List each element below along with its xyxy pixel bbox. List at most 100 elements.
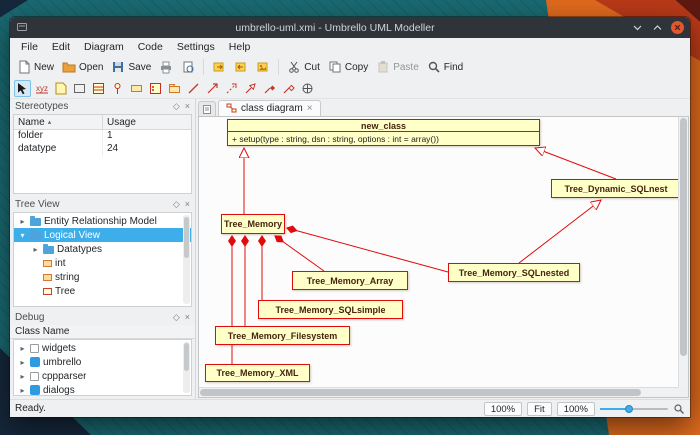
debug-panel-header[interactable]: Debug ◇ ×	[10, 310, 195, 325]
close-button[interactable]	[671, 21, 684, 34]
tree-item-datatypes[interactable]: ▸Datatypes	[14, 242, 191, 256]
find-button[interactable]: Find	[423, 58, 467, 76]
class-node-tree-memory-filesystem[interactable]: Tree_Memory_Filesystem	[215, 326, 350, 345]
debug-item-dialogs[interactable]: ▸dialogs	[14, 383, 191, 396]
class-node-tree-memory-sqlsimple[interactable]: Tree_Memory_SQLsimple	[258, 300, 403, 319]
float-panel-icon[interactable]: ◇	[173, 200, 180, 209]
open-button[interactable]: Open	[58, 58, 107, 76]
generalization-tree-dynamic-sqlnest-to-new-class[interactable]	[535, 148, 616, 179]
scrollbar-thumb[interactable]	[680, 118, 687, 356]
tab-close-icon[interactable]: ×	[307, 103, 313, 114]
menu-settings[interactable]: Settings	[170, 40, 222, 54]
tool-note-button[interactable]	[52, 80, 69, 97]
column-header-usage[interactable]: Usage	[103, 115, 191, 129]
composition-tree-memory-sqlnested-to-tree-memory[interactable]	[287, 228, 448, 272]
scrollbar-thumb[interactable]	[184, 217, 189, 258]
menu-diagram[interactable]: Diagram	[77, 40, 131, 54]
cut-button[interactable]: Cut	[283, 58, 324, 76]
save-button[interactable]: Save	[107, 58, 155, 76]
titlebar[interactable]: umbrello-uml.xmi - Umbrello UML Modeller	[10, 17, 690, 38]
maximize-button[interactable]	[651, 21, 664, 34]
fit-button[interactable]: Fit	[527, 402, 552, 416]
debug-item-cppparser[interactable]: ▸cppparser	[14, 369, 191, 383]
chevron-right-icon[interactable]: ▸	[18, 372, 27, 381]
zoom-icon[interactable]	[673, 403, 685, 415]
code-generation-button[interactable]	[230, 58, 252, 76]
tool-composition-button[interactable]	[261, 80, 278, 97]
chevron-down-icon[interactable]: ▾	[18, 231, 27, 240]
tab-class-diagram[interactable]: class diagram ×	[218, 100, 321, 116]
debug-item-umbrello[interactable]: ▸umbrello	[14, 355, 191, 369]
stereotype-row-folder[interactable]: folder1	[14, 130, 191, 143]
class-node-tree-memory-sqlnested[interactable]: Tree_Memory_SQLnested	[448, 263, 580, 282]
tree-view-panel-header[interactable]: Tree View ◇ ×	[10, 197, 195, 212]
tool-generalization-button[interactable]	[242, 80, 259, 97]
diagram-canvas[interactable]: new_class + setup(type : string, dsn : s…	[199, 117, 678, 387]
zoom-slider[interactable]	[600, 402, 668, 416]
stereotype-row-datatype[interactable]: datatype24	[14, 143, 191, 156]
close-panel-icon[interactable]: ×	[185, 102, 190, 111]
new-diagram-tab-button[interactable]	[198, 101, 216, 116]
tree-item-string[interactable]: string	[14, 270, 191, 284]
paste-button[interactable]: Paste	[372, 58, 423, 76]
column-header-name[interactable]: Name ▴	[14, 115, 103, 129]
zoom-preset-button[interactable]: 100%	[557, 402, 595, 416]
menu-edit[interactable]: Edit	[45, 40, 77, 54]
chevron-right-icon[interactable]: ▸	[18, 344, 27, 353]
menu-file[interactable]: File	[14, 40, 45, 54]
tool-containment-button[interactable]	[299, 80, 316, 97]
debug-scrollbar[interactable]	[183, 342, 190, 393]
debug-item-widgets[interactable]: ▸widgets	[14, 341, 191, 355]
scrollbar-thumb[interactable]	[184, 343, 189, 371]
chevron-right-icon[interactable]: ▸	[18, 358, 27, 367]
zoom-display[interactable]: 100%	[484, 402, 522, 416]
tool-box-button[interactable]	[71, 80, 88, 97]
tool-directed-association-button[interactable]	[204, 80, 221, 97]
code-import-button[interactable]	[208, 58, 230, 76]
tree-item-tree[interactable]: Tree	[14, 284, 191, 298]
tool-package-button[interactable]	[166, 80, 183, 97]
class-node-tree-memory-xml[interactable]: Tree_Memory_XML	[205, 364, 310, 382]
class-node-tree-dynamic-sqlnest[interactable]: Tree_Dynamic_SQLnest	[551, 179, 678, 198]
chevron-right-icon[interactable]: ▸	[18, 386, 27, 395]
generalization-tree-memory-sqlnested-to-tree-dynamic-sqlnest[interactable]	[519, 200, 601, 263]
composition-tree-memory-array-to-tree-memory[interactable]	[275, 236, 324, 271]
scrollbar-thumb[interactable]	[200, 389, 641, 396]
chevron-right-icon[interactable]: ▸	[31, 245, 40, 254]
tree-item-entity-relationship-model[interactable]: ▸Entity Relationship Model	[14, 214, 191, 228]
class-node-tree-memory-array[interactable]: Tree_Memory_Array	[292, 271, 408, 290]
close-panel-icon[interactable]: ×	[185, 200, 190, 209]
export-image-button[interactable]	[252, 58, 274, 76]
new-button[interactable]: New	[13, 58, 58, 76]
tool-aggregation-button[interactable]	[280, 80, 297, 97]
tree-item-logical-view[interactable]: ▾Logical View	[14, 228, 191, 242]
menu-code[interactable]: Code	[131, 40, 170, 54]
debug-column-header[interactable]: Class Name	[10, 325, 195, 339]
canvas-vertical-scrollbar[interactable]	[678, 117, 688, 387]
canvas-horizontal-scrollbar[interactable]	[199, 387, 678, 397]
close-panel-icon[interactable]: ×	[185, 313, 190, 322]
tool-select-arrow-button[interactable]	[14, 80, 31, 97]
print-button[interactable]	[155, 58, 177, 76]
tree-item-int[interactable]: int	[14, 256, 191, 270]
tree-view-scrollbar[interactable]	[183, 215, 190, 304]
copy-button[interactable]: Copy	[324, 58, 372, 76]
tool-datatype-button[interactable]	[128, 80, 145, 97]
print-preview-button[interactable]	[177, 58, 199, 76]
class-node-new-class[interactable]: new_class + setup(type : string, dsn : s…	[227, 119, 540, 146]
menu-help[interactable]: Help	[222, 40, 258, 54]
float-panel-icon[interactable]: ◇	[173, 313, 180, 322]
class-node-tree-memory[interactable]: Tree_Memory	[221, 214, 285, 234]
tool-association-button[interactable]	[185, 80, 202, 97]
zoom-slider-knob[interactable]	[625, 405, 633, 413]
stereotypes-panel-header[interactable]: Stereotypes ◇ ×	[10, 99, 195, 114]
minimize-button[interactable]	[631, 21, 644, 34]
chevron-right-icon[interactable]: ▸	[18, 217, 27, 226]
tool-text-button[interactable]: xyz	[33, 80, 50, 97]
tool-class-button[interactable]	[90, 80, 107, 97]
tool-dependency-button[interactable]	[223, 80, 240, 97]
tool-interface-button[interactable]	[109, 80, 126, 97]
tree-item-label: int	[55, 258, 66, 269]
float-panel-icon[interactable]: ◇	[173, 102, 180, 111]
tool-enum-button[interactable]	[147, 80, 164, 97]
